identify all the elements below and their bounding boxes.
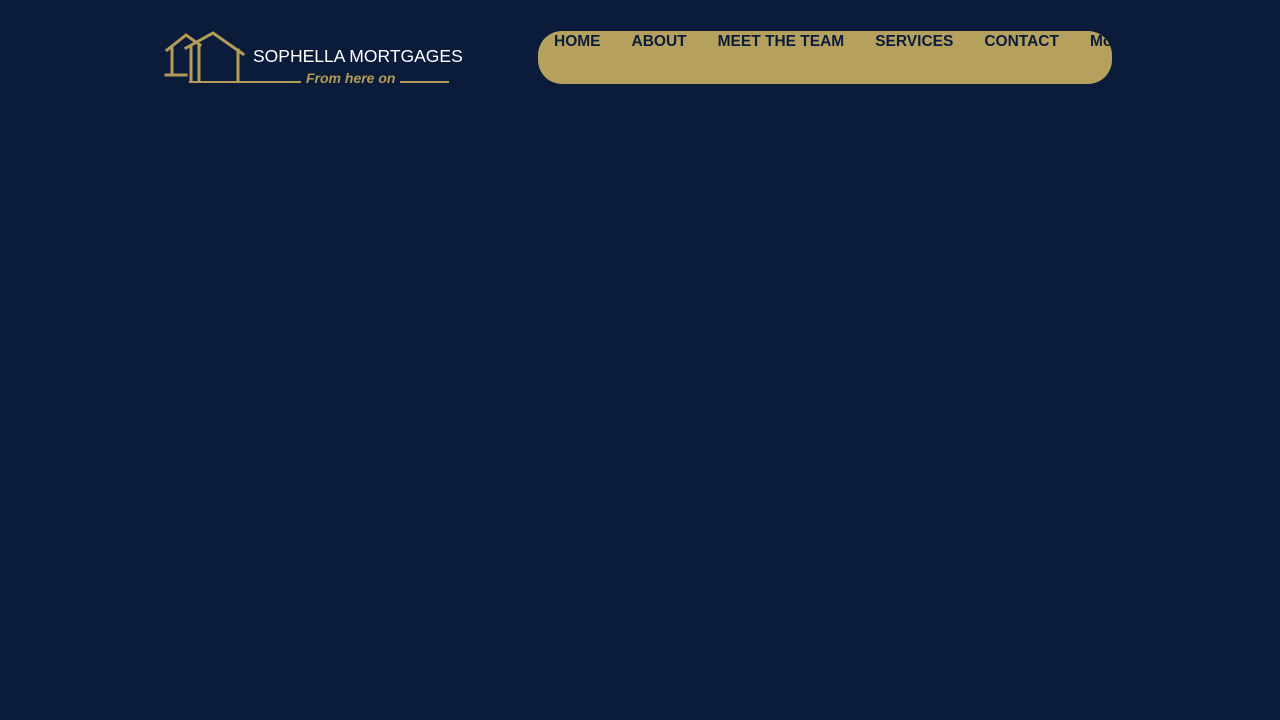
page: SOPHELLA MORTGAGES From here on HOME ABO… — [0, 0, 1280, 720]
nav-item-home[interactable]: HOME — [554, 33, 601, 51]
nav-item-meet-the-team[interactable]: MEET THE TEAM — [718, 33, 845, 51]
main-navigation: HOME ABOUT MEET THE TEAM SERVICES CONTAC… — [538, 31, 1112, 84]
nav-item-contact[interactable]: CONTACT — [984, 33, 1059, 51]
nav-list: HOME ABOUT MEET THE TEAM SERVICES CONTAC… — [554, 33, 1112, 51]
nav-item-services[interactable]: SERVICES — [875, 33, 953, 51]
brand-tagline: From here on — [306, 70, 396, 86]
nav-item-more[interactable]: More — [1090, 33, 1112, 51]
brand-name: SOPHELLA MORTGAGES — [253, 46, 463, 66]
nav-item-about[interactable]: ABOUT — [632, 33, 687, 51]
site-logo[interactable]: SOPHELLA MORTGAGES From here on — [164, 30, 463, 88]
